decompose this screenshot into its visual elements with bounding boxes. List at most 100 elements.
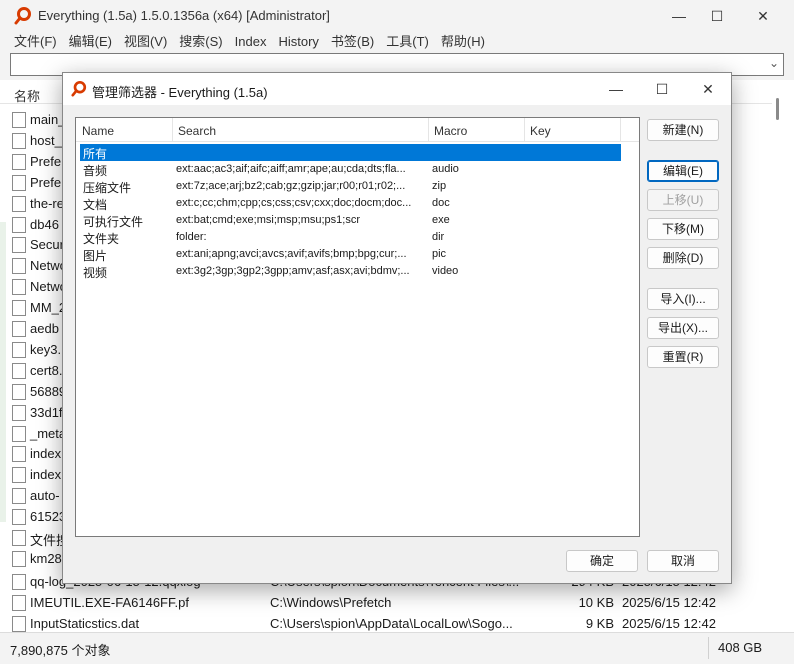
file-name: km28 <box>30 550 62 566</box>
filter-row[interactable]: 文档 ext:c;cc;chm;cpp;cs;css;csv;cxx;doc;do… <box>80 195 621 212</box>
column-divider[interactable] <box>428 118 429 142</box>
file-icon <box>12 383 26 400</box>
results-scrollbar[interactable] <box>772 80 794 632</box>
maximize-icon: ☐ <box>710 7 724 24</box>
column-divider[interactable] <box>620 118 621 142</box>
menu-index[interactable]: Index <box>229 32 273 52</box>
close-icon: ✕ <box>757 7 769 24</box>
column-header-search[interactable]: Search <box>178 124 216 138</box>
filter-name: 文件夹 <box>83 232 120 246</box>
file-path: C:\Users\spion\AppData\LocalLow\Sogo... <box>270 616 513 631</box>
filter-row[interactable]: 音频 ext:aac;ac3;aif;aifc;aiff;amr;ape;au;c… <box>80 161 621 178</box>
menu-history[interactable]: History <box>272 32 324 52</box>
filter-list[interactable]: Name Search Macro Key 所有 音频 ext:aac;ac3;ai… <box>75 117 640 537</box>
dialog-minimize-button[interactable]: — <box>593 73 639 105</box>
menu-file[interactable]: 文件(F) <box>8 32 63 52</box>
left-preview-strip <box>0 222 6 522</box>
status-separator <box>708 637 709 659</box>
file-name: Prefe <box>30 153 62 169</box>
cancel-button[interactable]: 取消 <box>647 550 719 572</box>
column-name-header[interactable]: 名称 <box>14 86 40 105</box>
filter-row[interactable]: 压缩文件 ext:7z;ace;arj;bz2;cab;gz;gzip;jar;r… <box>80 178 621 195</box>
filter-macro: doc <box>432 197 450 209</box>
file-icon <box>12 550 26 567</box>
column-header-macro[interactable]: Macro <box>434 124 467 138</box>
filter-search: ext:7z;ace;arj;bz2;cab;gz;gzip;jar;r00;r… <box>176 180 406 192</box>
file-name: index <box>30 446 62 462</box>
filter-name: 文档 <box>83 198 108 212</box>
file-icon <box>12 216 26 233</box>
menu-edit[interactable]: 编辑(E) <box>63 32 118 52</box>
file-icon <box>12 509 26 526</box>
maximize-icon: ☐ <box>655 80 669 97</box>
file-name: IMEUTIL.EXE-FA6146FF.pf <box>30 595 189 610</box>
dialog-maximize-button[interactable]: ☐ <box>639 73 685 105</box>
menu-help[interactable]: 帮助(H) <box>435 32 491 52</box>
move-up-button[interactable]: 上移(U) <box>647 189 719 211</box>
scrollbar-thumb[interactable] <box>776 98 779 120</box>
filter-row[interactable]: 文件夹 folder: dir <box>80 229 621 246</box>
column-divider[interactable] <box>172 118 173 142</box>
file-size: 10 KB <box>578 595 614 610</box>
filter-name: 视频 <box>83 266 108 280</box>
filter-name: 所有 <box>83 147 108 161</box>
maximize-button[interactable]: ☐ <box>694 0 740 32</box>
file-icon <box>12 237 26 254</box>
filter-search: ext:bat;cmd;exe;msi;msp;msu;ps1;scr <box>176 214 360 226</box>
main-titlebar: Everything (1.5a) 1.5.0.1356a (x64) [Adm… <box>0 0 794 32</box>
menubar: 文件(F) 编辑(E) 视图(V) 搜索(S) Index History 书签… <box>0 32 794 52</box>
file-icon <box>12 425 26 442</box>
filter-list-header: Name Search Macro Key <box>76 118 639 142</box>
filter-macro: dir <box>432 231 445 243</box>
disk-size: 408 GB <box>718 640 763 655</box>
file-name: Secur <box>30 237 64 253</box>
close-icon: ✕ <box>702 80 714 97</box>
filter-search: ext:3g2;3gp;3gp2;3gpp;amv;asf;asx;avi;bd… <box>176 265 410 277</box>
file-name: the-re <box>30 195 64 211</box>
file-icon <box>12 300 26 317</box>
filter-row[interactable]: 可执行文件 ext:bat;cmd;exe;msi;msp;msu;ps1;scr… <box>80 212 621 229</box>
manage-filters-dialog: 管理筛选器 - Everything (1.5a) — ☐ ✕ Name Sea… <box>62 72 732 584</box>
table-row[interactable]: IMEUTIL.EXE-FA6146FF.pf C:\Windows\Prefet… <box>0 593 794 614</box>
filter-row[interactable]: 视频 ext:3g2;3gp;3gp2;3gpp;amv;asf;asx;avi;… <box>80 263 621 280</box>
menu-view[interactable]: 视图(V) <box>118 32 173 52</box>
filter-macro: zip <box>432 180 447 192</box>
file-icon <box>12 132 26 149</box>
move-down-button[interactable]: 下移(M) <box>647 218 719 240</box>
file-icon <box>12 174 26 191</box>
menu-tools[interactable]: 工具(T) <box>380 32 435 52</box>
file-icon <box>12 153 26 170</box>
dialog-close-button[interactable]: ✕ <box>685 73 731 105</box>
file-date: 2025/6/15 12:42 <box>622 616 716 631</box>
file-name: _meta <box>30 425 67 441</box>
new-filter-button[interactable]: 新建(N) <box>647 119 719 141</box>
file-size: 9 KB <box>585 616 614 631</box>
filter-row[interactable]: 图片 ext:ani;apng;avci;avcs;avif;avifs;bmp;… <box>80 246 621 263</box>
menu-search[interactable]: 搜索(S) <box>173 32 228 52</box>
close-button[interactable]: ✕ <box>740 0 786 32</box>
file-icon <box>12 341 26 358</box>
file-name: 33d1f <box>30 404 63 420</box>
file-name: index <box>30 467 62 483</box>
column-header-key[interactable]: Key <box>530 124 551 138</box>
filter-search: ext:aac;ac3;aif;aifc;aiff;amr;ape;au;cda… <box>176 163 406 175</box>
import-button[interactable]: 导入(I)... <box>647 288 719 310</box>
file-icon <box>12 595 26 611</box>
delete-filter-button[interactable]: 删除(D) <box>647 247 719 269</box>
filter-macro: pic <box>432 248 447 260</box>
filter-row[interactable]: 所有 <box>80 144 621 161</box>
search-dropdown-icon[interactable]: ⌄ <box>769 56 779 70</box>
file-icon <box>12 362 26 379</box>
ok-button[interactable]: 确定 <box>566 550 638 572</box>
file-icon <box>12 616 26 632</box>
object-count: 7,890,875 个对象 <box>10 643 111 658</box>
column-header-name[interactable]: Name <box>82 124 114 138</box>
reset-button[interactable]: 重置(R) <box>647 346 719 368</box>
column-divider[interactable] <box>524 118 525 142</box>
export-button[interactable]: 导出(X)... <box>647 317 719 339</box>
file-name: MM_2 <box>30 300 67 316</box>
menu-bookmarks[interactable]: 书签(B) <box>325 32 380 52</box>
edit-filter-button[interactable]: 编辑(E) <box>647 160 719 182</box>
main-window-title: Everything (1.5a) 1.5.0.1356a (x64) [Adm… <box>38 8 330 23</box>
filter-search: ext:ani;apng;avci;avcs;avif;avifs;bmp;bp… <box>176 248 407 260</box>
